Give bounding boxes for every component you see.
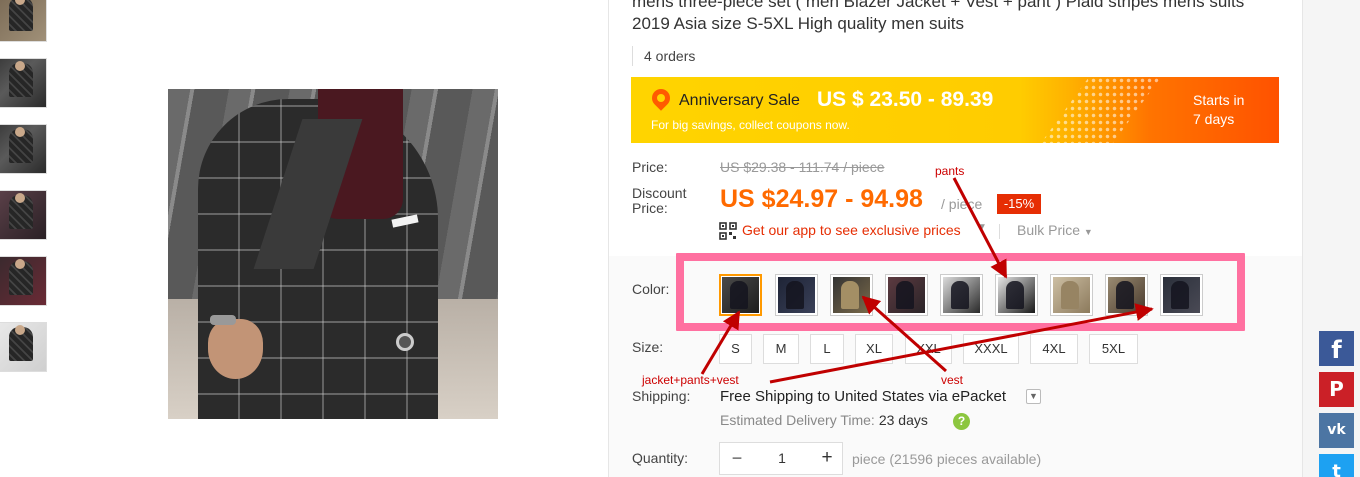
banner-countdown: Starts in 7 days [1193, 91, 1244, 129]
facebook-share-button[interactable]: f [1319, 331, 1354, 366]
est-label: Estimated Delivery Time: [720, 412, 875, 428]
shipping-destination: United States via ePacket [834, 388, 1007, 405]
size-option[interactable]: XXL [905, 334, 952, 364]
banner-price: US $ 23.50 - 89.39 [817, 88, 994, 111]
divider [999, 224, 1000, 239]
gallery-thumbnail[interactable] [0, 322, 47, 372]
gallery-thumbnail[interactable] [0, 256, 47, 306]
original-price: US $29.38 - 111.74 / piece [720, 159, 885, 175]
discount-label-line2: Price: [632, 200, 668, 216]
quantity-decrease-button[interactable]: − [720, 443, 754, 474]
size-option[interactable]: XL [855, 334, 893, 364]
watch-icon [396, 333, 414, 351]
size-option[interactable]: L [810, 334, 844, 364]
bulk-price-label: Bulk Price [1017, 222, 1081, 238]
size-option[interactable]: 4XL [1030, 334, 1078, 364]
app-exclusive-link[interactable]: Get our app to see exclusive prices [742, 222, 961, 238]
color-label: Color: [632, 281, 670, 297]
order-count[interactable]: 4 orders [632, 46, 695, 66]
price-label: Price: [632, 159, 668, 175]
chevron-down-icon[interactable]: ▼ [1026, 389, 1041, 404]
shipping-label: Shipping: [632, 388, 691, 404]
annotation-vest: vest [941, 373, 964, 387]
annotation-jacket-pants-vest: jacket+pants+vest [642, 373, 739, 387]
size-option[interactable]: 5XL [1089, 334, 1138, 364]
size-label: Size: [632, 339, 664, 355]
starts-value: 7 days [1193, 111, 1235, 127]
size-option[interactable]: S [719, 334, 752, 364]
discount-badge: -15% [997, 194, 1041, 214]
quantity-increase-button[interactable]: + [810, 443, 844, 474]
product-title: mens three-piece set ( men Blazer Jacket… [632, 0, 1245, 33]
discount-label-line1: Discount [632, 185, 687, 201]
availability-text: piece (21596 pieces available) [852, 451, 1042, 467]
gallery-thumbnail[interactable] [0, 0, 47, 42]
wristband [210, 315, 236, 325]
quantity-label: Quantity: [632, 450, 689, 466]
shipping-prefix: Free Shipping to [720, 388, 831, 405]
starts-label: Starts in [1193, 92, 1245, 108]
model-hand [208, 319, 263, 379]
vk-share-button[interactable]: vk [1319, 413, 1354, 448]
banner-subtitle: For big savings, collect coupons now. [651, 118, 850, 132]
price-unit: / piece [941, 196, 983, 212]
qr-code-icon [719, 222, 737, 240]
quantity-input[interactable]: 1 [754, 443, 810, 474]
size-option[interactable]: M [763, 334, 799, 364]
annotation-highlight-box [676, 253, 1245, 331]
est-days: 23 days [878, 412, 928, 428]
discount-price: US $24.97 - 94.98 [720, 185, 923, 213]
annotation-pants: pants [935, 164, 965, 178]
banner-pattern [1041, 77, 1161, 143]
twitter-share-button[interactable]: t [1319, 454, 1354, 477]
help-icon[interactable]: ? [953, 413, 970, 430]
estimated-delivery: Estimated Delivery Time: 23 days [720, 412, 928, 428]
gallery-thumbnail[interactable] [0, 58, 47, 108]
gallery-thumbnail[interactable] [0, 190, 47, 240]
banner-sale-name: Anniversary Sale [679, 92, 800, 109]
main-product-image[interactable] [168, 89, 498, 419]
size-option[interactable]: XXXL [963, 334, 1019, 364]
quantity-stepper: − 1 + [719, 442, 843, 475]
bulk-price-dropdown[interactable]: Bulk Price ▼ [1017, 222, 1093, 238]
shipping-method[interactable]: Free Shipping to United States via ePack… [720, 388, 1006, 405]
gallery-thumbnail[interactable] [0, 124, 47, 174]
chevron-down-icon[interactable]: ▼ [977, 222, 987, 233]
pinterest-share-button[interactable]: P [1319, 372, 1354, 407]
chevron-down-icon: ▼ [1083, 227, 1093, 237]
